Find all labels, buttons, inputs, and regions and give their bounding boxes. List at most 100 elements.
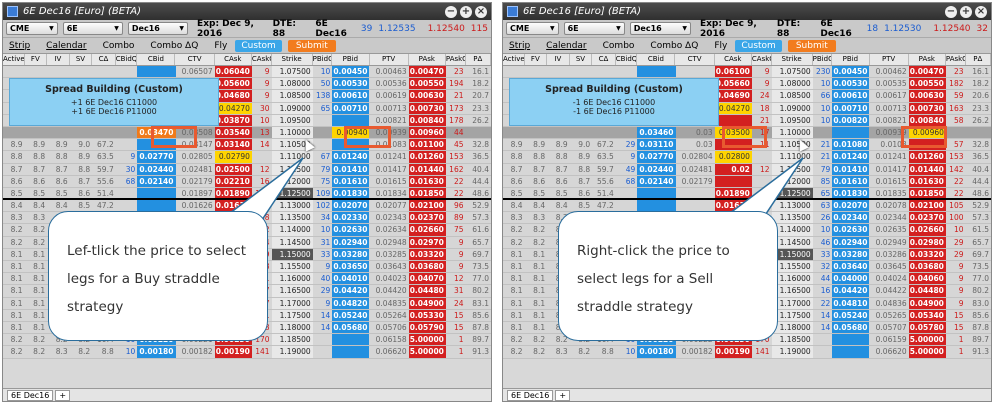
cell-put-ask[interactable]: 0.05780 bbox=[908, 321, 946, 334]
column-header-call-delta[interactable]: CΔ bbox=[592, 54, 616, 65]
cell-call-ask[interactable]: 0.04690 bbox=[714, 90, 752, 102]
cell-call-bid[interactable] bbox=[637, 66, 676, 78]
cell-put-ask[interactable]: 0.03320 bbox=[408, 248, 446, 260]
fly-button[interactable]: Fly bbox=[214, 41, 227, 51]
cell-put-ask[interactable]: 0.00960 bbox=[408, 126, 446, 139]
cell-put-ask[interactable]: 0.05790 bbox=[408, 321, 446, 334]
cell-call-bid[interactable]: 0.03460 bbox=[637, 126, 676, 139]
cell-put-bid[interactable]: 0.04820 bbox=[332, 297, 370, 309]
cell-put-ask[interactable]: 5.00000 bbox=[908, 334, 946, 346]
cell-call-ask[interactable]: 0.00190 bbox=[214, 346, 252, 358]
cell-put-bid[interactable]: 0.02940 bbox=[332, 236, 370, 248]
calendar-button[interactable]: Calendar bbox=[46, 41, 86, 51]
column-header-put-ask[interactable]: PAsk bbox=[909, 54, 946, 65]
column-header-strike[interactable]: Strike bbox=[772, 54, 813, 65]
column-header-iv[interactable]: IV bbox=[547, 54, 570, 65]
cell-put-ask[interactable]: 0.01630 bbox=[408, 175, 446, 187]
expiry-select[interactable]: Dec16 ▼ bbox=[127, 22, 189, 35]
cell-put-bid[interactable] bbox=[332, 346, 370, 358]
cell-put-ask[interactable]: 0.00730 bbox=[908, 102, 946, 114]
cell-put-ask[interactable]: 5.00000 bbox=[408, 346, 446, 358]
column-header-call-delta[interactable]: CΔ bbox=[92, 54, 116, 65]
column-header-put-delta[interactable]: PΔ bbox=[466, 54, 491, 65]
column-header-put-bid-qty[interactable]: PBidQ bbox=[813, 54, 833, 65]
cell-put-ask[interactable]: 0.04060 bbox=[908, 273, 946, 285]
cell-put-ask[interactable]: 0.00730 bbox=[408, 102, 446, 114]
cell-put-ask[interactable]: 0.01850 bbox=[408, 187, 446, 199]
strip-button[interactable]: Strip bbox=[9, 41, 30, 51]
custom-button[interactable]: Custom bbox=[235, 39, 282, 52]
column-header-strike[interactable]: Strike bbox=[272, 54, 313, 65]
column-header-sv[interactable]: SV bbox=[70, 54, 93, 65]
cell-put-ask[interactable]: 0.00470 bbox=[908, 66, 946, 78]
column-header-fv[interactable]: FV bbox=[25, 54, 48, 65]
column-header-call-bid-qty[interactable]: CBidQ bbox=[616, 54, 638, 65]
cell-put-ask[interactable]: 0.04900 bbox=[408, 297, 446, 309]
cell-put-bid[interactable]: 0.00450 bbox=[332, 66, 370, 78]
cell-put-bid[interactable]: 0.01410 bbox=[832, 163, 870, 175]
cell-put-ask[interactable]: 0.01850 bbox=[908, 187, 946, 199]
tab-6e-dec16[interactable]: 6E Dec16 bbox=[507, 389, 554, 401]
cell-put-bid[interactable]: 0.00610 bbox=[832, 90, 870, 102]
column-header-put-ask-qty[interactable]: PAskQ bbox=[446, 54, 466, 65]
combo-button[interactable]: Combo bbox=[103, 41, 135, 51]
column-header-call-ask[interactable]: CAsk bbox=[215, 54, 252, 65]
product-select[interactable]: 6E ▼ bbox=[62, 22, 123, 35]
cell-put-bid[interactable]: 0.03640 bbox=[832, 261, 870, 273]
cell-put-bid[interactable]: 0.04420 bbox=[332, 285, 370, 297]
cell-put-ask[interactable]: 0.00550 bbox=[408, 78, 446, 90]
column-header-call-ask-qty[interactable]: CAskQ bbox=[252, 54, 272, 65]
cell-put-ask[interactable]: 0.04900 bbox=[908, 297, 946, 309]
cell-put-bid[interactable]: 0.02940 bbox=[832, 236, 870, 248]
column-header-call-ask[interactable]: CAsk bbox=[715, 54, 752, 65]
window-titlebar[interactable]: 6E Dec16 [Euro] (BETA) − + × bbox=[503, 3, 991, 20]
minimize-icon[interactable]: − bbox=[945, 5, 957, 18]
cell-put-ask[interactable]: 0.02660 bbox=[908, 224, 946, 236]
cell-put-bid[interactable]: 0.05680 bbox=[332, 321, 370, 334]
cell-call-ask[interactable]: 0.04680 bbox=[214, 90, 252, 102]
cell-put-ask[interactable]: 0.02100 bbox=[908, 200, 946, 212]
cell-put-bid[interactable] bbox=[332, 334, 370, 346]
cell-put-bid[interactable] bbox=[332, 114, 370, 126]
column-header-put-ask[interactable]: PAsk bbox=[409, 54, 446, 65]
close-icon[interactable]: × bbox=[975, 5, 987, 18]
cell-put-bid[interactable]: 0.01240 bbox=[832, 151, 870, 163]
custom-button[interactable]: Custom bbox=[735, 39, 782, 52]
cell-put-ask[interactable]: 0.00630 bbox=[408, 90, 446, 102]
cell-put-ask[interactable]: 0.01630 bbox=[908, 175, 946, 187]
cell-call-bid[interactable] bbox=[137, 66, 176, 78]
cell-put-bid[interactable]: 0.00710 bbox=[832, 102, 870, 114]
cell-put-bid[interactable]: 0.03280 bbox=[332, 248, 370, 260]
column-header-put-delta[interactable]: PΔ bbox=[966, 54, 991, 65]
cell-put-bid[interactable]: 0.00530 bbox=[332, 78, 370, 90]
cell-put-ask[interactable]: 0.02970 bbox=[408, 236, 446, 248]
column-header-call-bid[interactable]: CBid bbox=[637, 54, 676, 65]
column-header-active[interactable]: Active bbox=[503, 54, 525, 65]
strip-button[interactable]: Strip bbox=[509, 41, 530, 51]
column-header-call-tv[interactable]: CTV bbox=[675, 54, 715, 65]
cell-put-bid[interactable]: 0.02070 bbox=[332, 200, 370, 212]
cell-put-ask[interactable]: 0.01100 bbox=[408, 139, 446, 151]
cell-put-bid[interactable]: 0.00820 bbox=[832, 114, 870, 126]
product-select[interactable]: 6E ▼ bbox=[563, 22, 625, 35]
cell-put-ask[interactable]: 0.00470 bbox=[408, 66, 446, 78]
cell-call-ask[interactable]: 0.04270 bbox=[714, 102, 752, 114]
fly-button[interactable]: Fly bbox=[714, 41, 727, 51]
minimize-icon[interactable]: − bbox=[445, 5, 457, 18]
cell-put-bid[interactable]: 0.05680 bbox=[832, 321, 870, 334]
column-header-put-bid[interactable]: PBid bbox=[332, 54, 370, 65]
exchange-select[interactable]: CME ▼ bbox=[506, 22, 559, 35]
cell-put-ask[interactable]: 0.04480 bbox=[908, 285, 946, 297]
cell-put-bid[interactable]: 0.04810 bbox=[832, 297, 870, 309]
cell-put-bid[interactable]: 0.05240 bbox=[832, 309, 870, 321]
cell-put-bid[interactable]: 0.05240 bbox=[332, 309, 370, 321]
cell-call-ask[interactable]: 0.03140 bbox=[214, 139, 252, 151]
cell-call-ask[interactable]: 0.06040 bbox=[214, 66, 252, 78]
cell-put-bid[interactable]: 0.01830 bbox=[332, 187, 370, 199]
column-header-fv[interactable]: FV bbox=[525, 54, 548, 65]
add-icon[interactable]: + bbox=[460, 5, 472, 18]
cell-put-ask[interactable]: 0.00550 bbox=[908, 78, 946, 90]
cell-call-bid[interactable]: 0.00180 bbox=[137, 346, 176, 358]
cell-put-bid[interactable]: 0.00450 bbox=[832, 66, 870, 78]
cell-call-ask[interactable]: 0.04270 bbox=[214, 102, 252, 114]
